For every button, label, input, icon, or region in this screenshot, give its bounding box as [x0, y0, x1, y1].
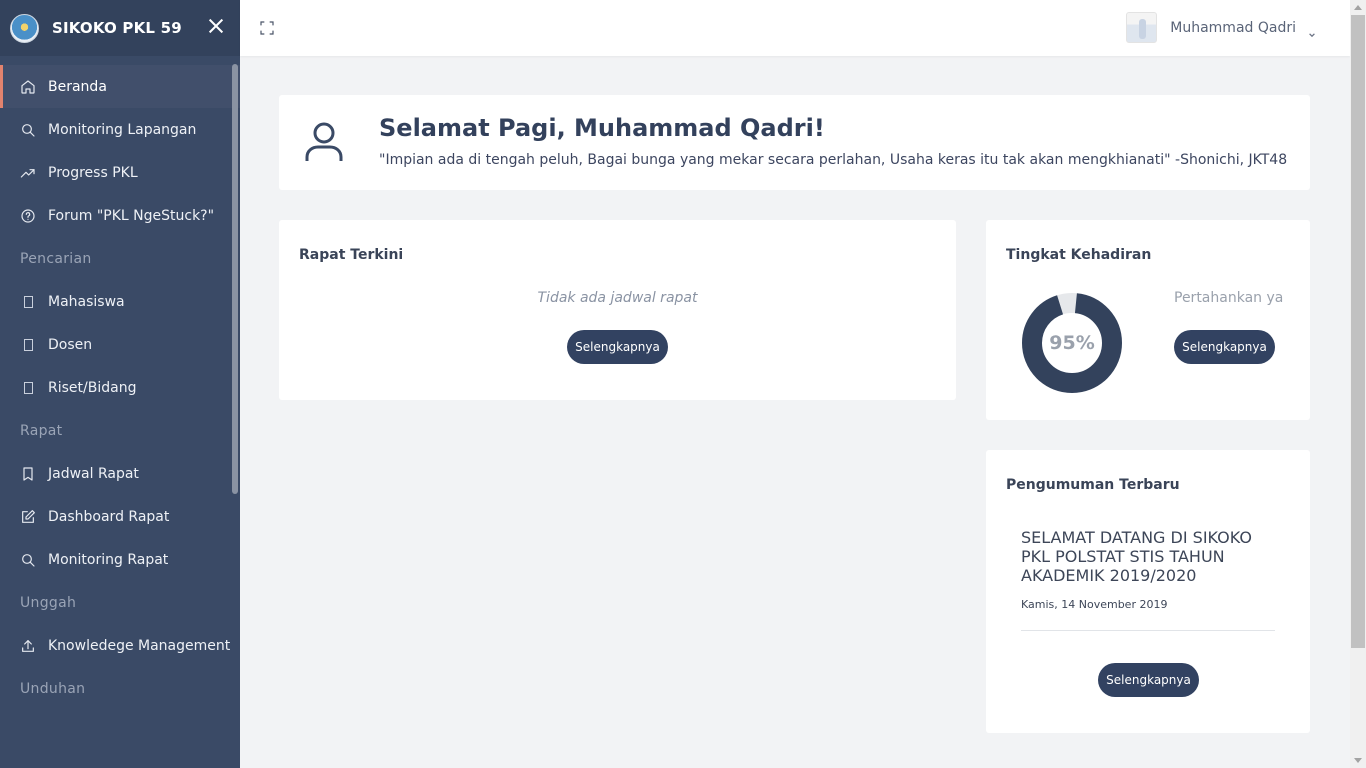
sidebar-item-label: Knowledege Management: [48, 637, 231, 654]
rapat-selengkapnya-button[interactable]: Selengkapnya: [567, 330, 668, 364]
help-circle-icon: [20, 208, 36, 224]
missing-glyph-icon: [20, 294, 36, 310]
sidebar-scrollbar[interactable]: [232, 64, 238, 494]
kehadiran-selengkapnya-button[interactable]: Selengkapnya: [1174, 330, 1275, 364]
scroll-down-arrow-icon[interactable]: [1354, 758, 1362, 763]
search-icon: [20, 552, 36, 568]
sidebar-item-jadwal-rapat[interactable]: Jadwal Rapat: [0, 452, 240, 495]
scroll-up-arrow-icon[interactable]: [1354, 5, 1362, 10]
avatar: [1126, 12, 1158, 43]
card-title: Pengumuman Terbaru: [1006, 477, 1180, 493]
sidebar-item-label: Dashboard Rapat: [48, 508, 170, 525]
sidebar-item-forum[interactable]: Forum "PKL NgeStuck?": [0, 194, 240, 237]
announcement-date: Kamis, 14 November 2019: [1021, 598, 1168, 611]
sidebar-item-label: Monitoring Rapat: [48, 551, 169, 568]
sidebar-item-monitoring-lapangan[interactable]: Monitoring Lapangan: [0, 108, 240, 151]
sidebar-item-label: Dosen: [48, 336, 93, 353]
welcome-card: Selamat Pagi, Muhammad Qadri! "Impian ad…: [279, 95, 1310, 190]
page-scrollbar[interactable]: [1350, 0, 1366, 768]
card-title: Tingkat Kehadiran: [1006, 247, 1152, 263]
attendance-note: Pertahankan ya: [1174, 290, 1284, 306]
sidebar-item-label: Forum "PKL NgeStuck?": [48, 207, 215, 224]
sidebar-nav: Beranda Monitoring Lapangan Progress PKL…: [0, 65, 240, 710]
section-rapat: Rapat: [20, 422, 63, 439]
user-menu[interactable]: Muhammad Qadri: [1126, 12, 1316, 43]
user-name: Muhammad Qadri: [1170, 19, 1296, 36]
topbar: Muhammad Qadri: [240, 0, 1350, 56]
announcement-title[interactable]: SELAMAT DATANG DI SIKOKO PKL POLSTAT STI…: [1021, 528, 1283, 585]
sidebar-item-mahasiswa[interactable]: Mahasiswa: [0, 280, 240, 323]
kehadiran-card: Tingkat Kehadiran 95% Pertahankan ya Sel…: [986, 220, 1310, 420]
scrollbar-thumb[interactable]: [1351, 15, 1365, 648]
sidebar-header: SIKOKO PKL 59: [0, 0, 240, 56]
user-icon: [304, 121, 344, 163]
pengumuman-selengkapnya-button[interactable]: Selengkapnya: [1098, 663, 1199, 697]
greeting-quote: "Impian ada di tengah peluh, Bagai bunga…: [379, 152, 1288, 168]
edit-icon: [20, 509, 36, 525]
sidebar-item-label: Monitoring Lapangan: [48, 121, 197, 138]
fullscreen-icon[interactable]: [259, 20, 275, 36]
sidebar-item-label: Mahasiswa: [48, 293, 125, 310]
sidebar-item-dashboard-rapat[interactable]: Dashboard Rapat: [0, 495, 240, 538]
rapat-terkini-card: Rapat Terkini Tidak ada jadwal rapat Sel…: [279, 220, 956, 400]
sidebar-item-dosen[interactable]: Dosen: [0, 323, 240, 366]
sidebar-item-label: Beranda: [48, 78, 107, 95]
empty-message: Tidak ada jadwal rapat: [537, 290, 698, 306]
sidebar: SIKOKO PKL 59 Beranda Monitoring Lapanga…: [0, 0, 240, 768]
section-unduhan: Unduhan: [20, 680, 86, 697]
home-icon: [20, 79, 36, 95]
greeting-title: Selamat Pagi, Muhammad Qadri!: [379, 114, 825, 142]
section-pencarian: Pencarian: [20, 250, 92, 267]
trending-up-icon: [20, 165, 36, 181]
sidebar-item-monitoring-rapat[interactable]: Monitoring Rapat: [0, 538, 240, 581]
section-unggah: Unggah: [20, 594, 77, 611]
app-logo: [10, 13, 39, 43]
sidebar-item-progress-pkl[interactable]: Progress PKL: [0, 151, 240, 194]
divider: [1021, 630, 1275, 631]
close-sidebar-icon[interactable]: [206, 16, 226, 36]
pengumuman-card: Pengumuman Terbaru SELAMAT DATANG DI SIK…: [986, 450, 1310, 733]
bookmark-icon: [20, 466, 36, 482]
sidebar-item-label: Progress PKL: [48, 164, 138, 181]
sidebar-item-beranda[interactable]: Beranda: [0, 65, 240, 108]
sidebar-item-label: Riset/Bidang: [48, 379, 137, 396]
search-icon: [20, 122, 36, 138]
upload-icon: [20, 638, 36, 654]
card-title: Rapat Terkini: [299, 247, 404, 263]
chevron-down-icon: [1308, 24, 1316, 37]
attendance-percent: 95%: [1049, 332, 1095, 354]
missing-glyph-icon: [20, 380, 36, 396]
sidebar-item-knowledge-management[interactable]: Knowledege Management: [0, 624, 240, 667]
sidebar-item-label: Jadwal Rapat: [48, 465, 139, 482]
sidebar-item-riset-bidang[interactable]: Riset/Bidang: [0, 366, 240, 409]
app-title: SIKOKO PKL 59: [52, 19, 182, 37]
missing-glyph-icon: [20, 337, 36, 353]
